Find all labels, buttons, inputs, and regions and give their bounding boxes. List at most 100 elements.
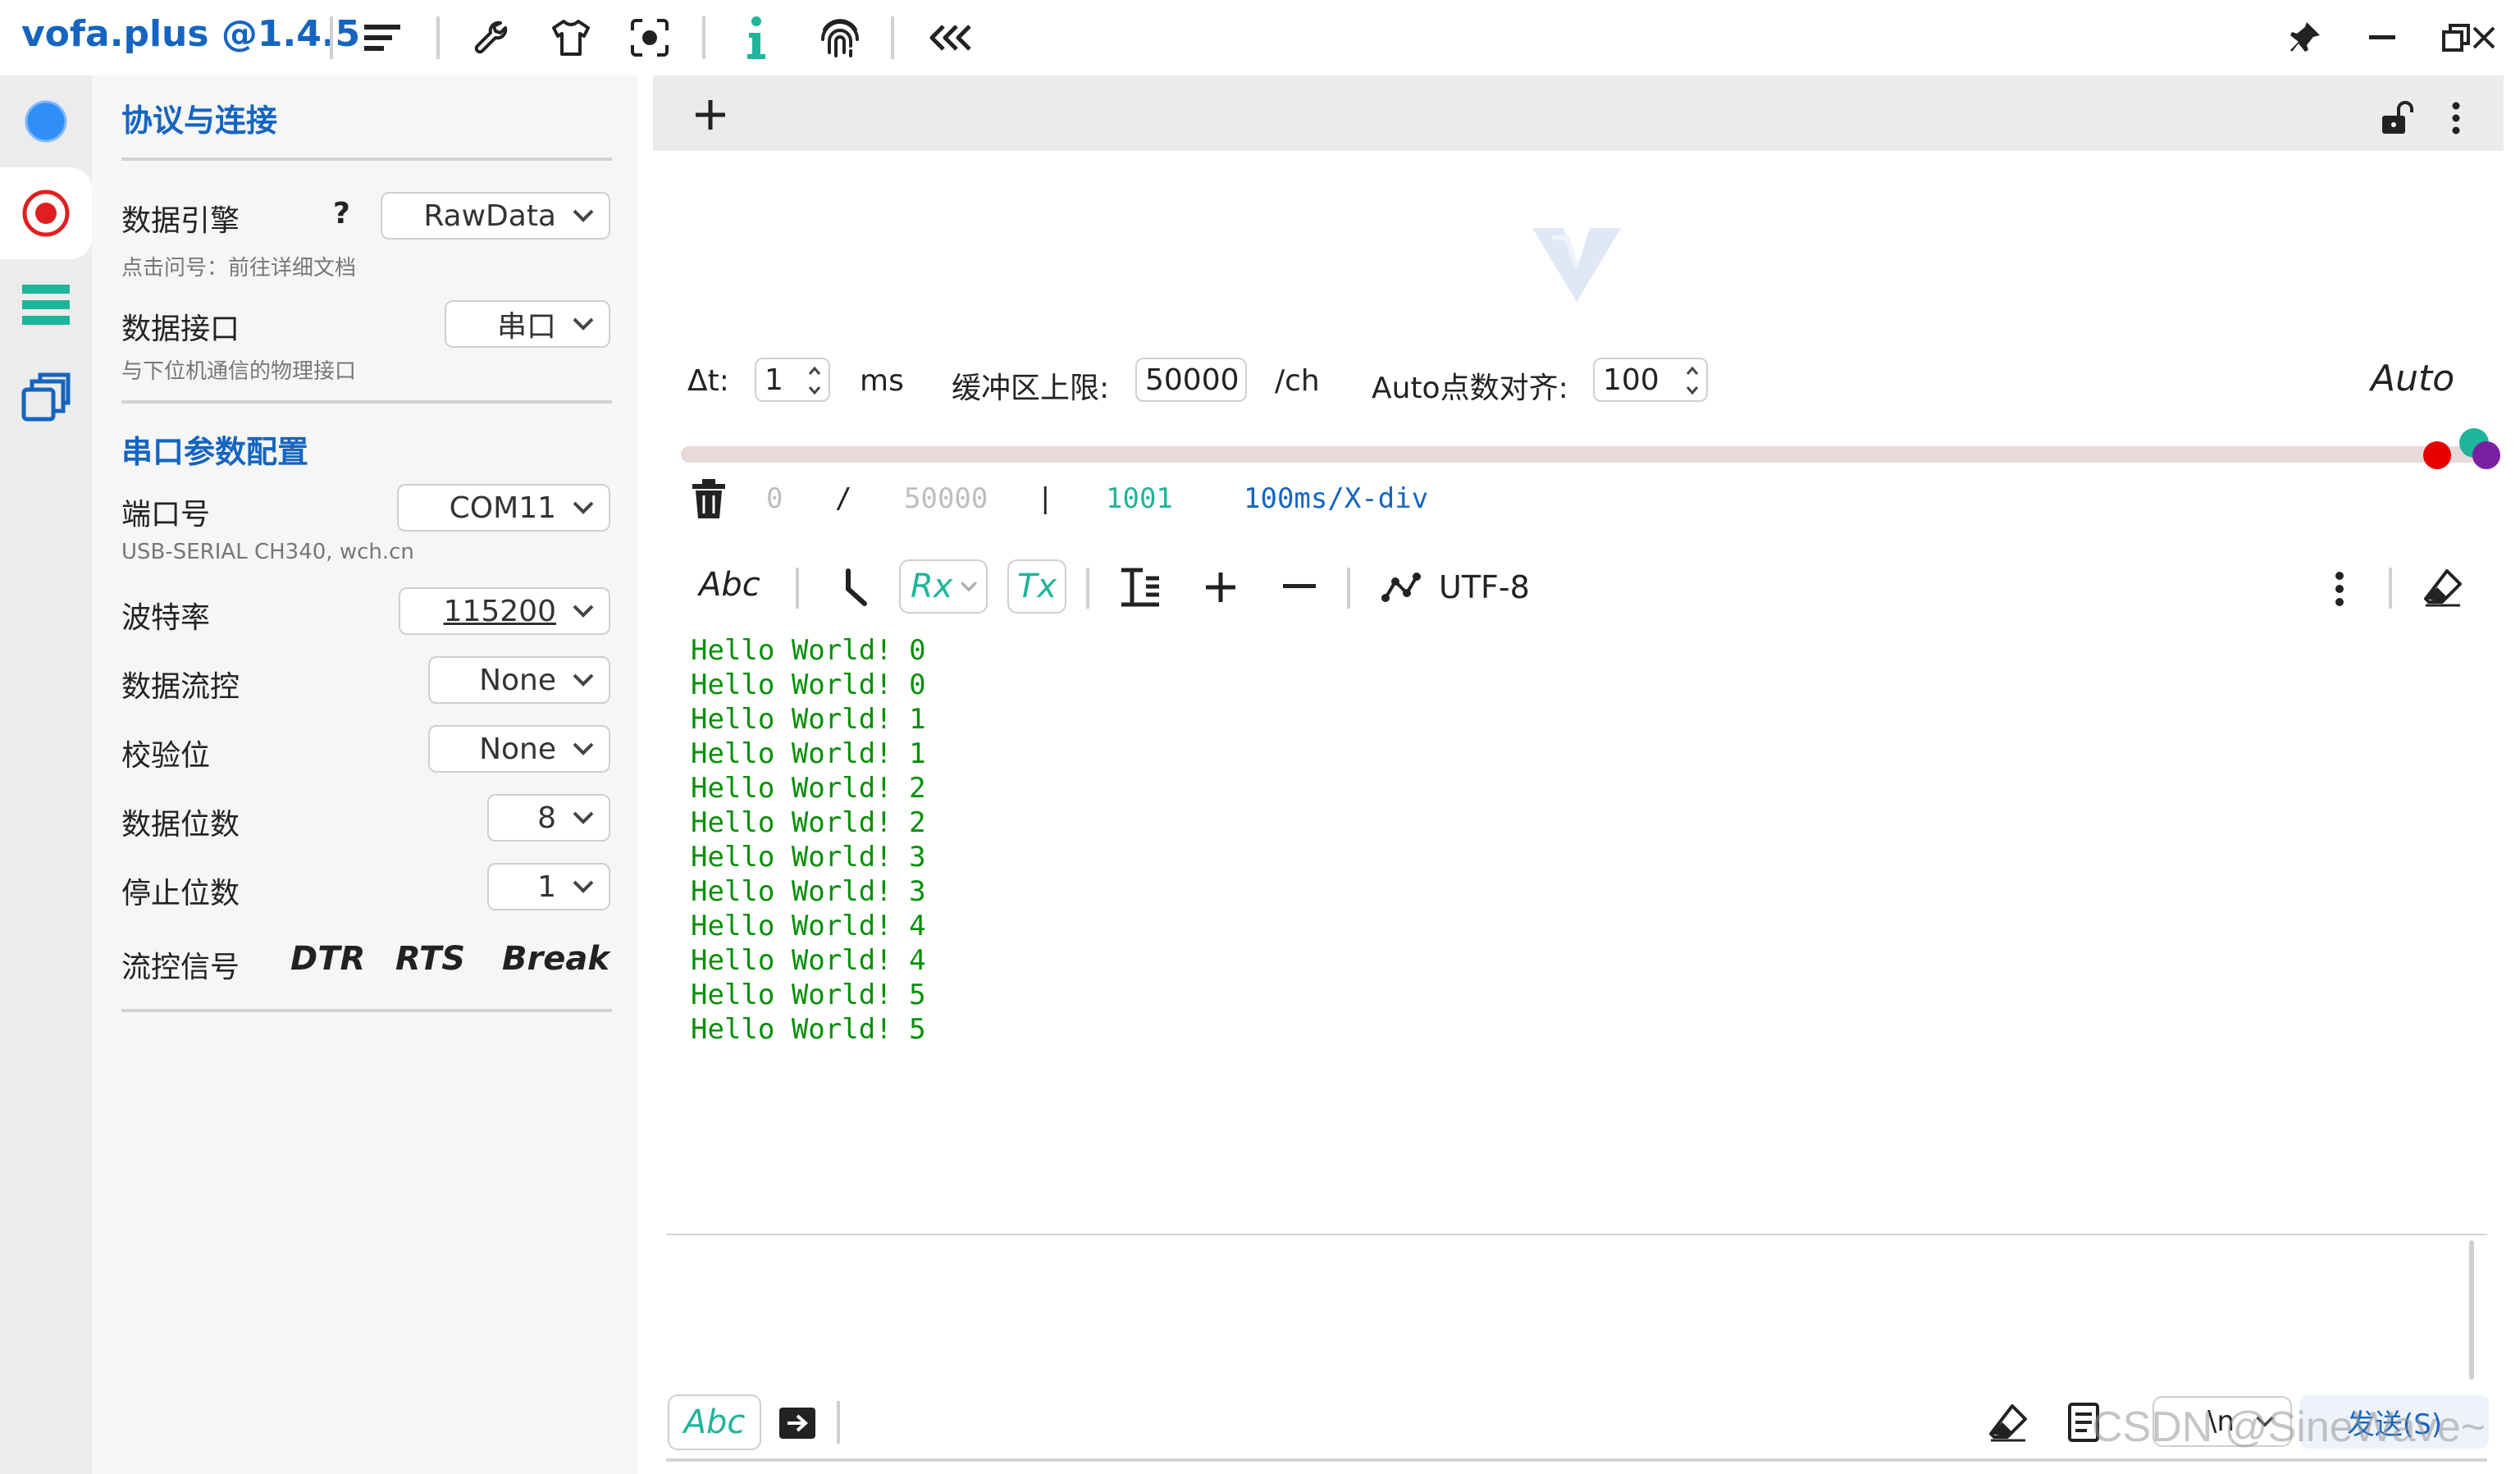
tx-toggle[interactable]: Tx — [1007, 559, 1066, 614]
minimize-icon[interactable] — [2359, 16, 2405, 59]
nav-list[interactable] — [0, 259, 92, 351]
tshirt-icon[interactable] — [548, 15, 594, 61]
count-separator: / — [835, 482, 852, 515]
output-line: Hello World! 5 — [691, 979, 926, 1011]
more-menu-button[interactable] — [2440, 95, 2472, 141]
minus-icon — [1283, 584, 1316, 588]
output-line: Hello World! 2 — [691, 806, 926, 839]
vofa-logo-icon — [1527, 221, 1626, 307]
scrollbar[interactable] — [2469, 1240, 2474, 1380]
spin-arrows-icon[interactable] — [806, 363, 824, 399]
info-icon[interactable] — [733, 11, 779, 64]
toolbar-separator — [1347, 568, 1350, 609]
tx-input[interactable] — [666, 1237, 2471, 1371]
encoding-label: UTF-8 — [1439, 569, 1530, 605]
clear-buffer-button[interactable] — [686, 476, 732, 523]
capture-icon[interactable] — [627, 15, 673, 61]
parity-label: 校验位 — [121, 739, 211, 773]
points-count: 1001 — [1106, 482, 1173, 515]
list-icon — [22, 285, 70, 325]
zoom-out-button[interactable] — [1276, 564, 1322, 610]
align-label: Auto点数对齐: — [1372, 372, 1568, 405]
align-input[interactable]: 100 — [1593, 358, 1708, 402]
databits-label: 数据位数 — [121, 808, 240, 842]
output-line: Hello World! 0 — [691, 669, 926, 701]
buffer-input[interactable]: 50000 — [1135, 358, 1247, 402]
rx-output[interactable]: Hello World! 0 Hello World! 0 Hello Worl… — [691, 633, 2463, 1224]
baud-select[interactable]: 115200 — [399, 587, 610, 635]
output-line: Hello World! 5 — [691, 1013, 926, 1046]
send-format-toggle[interactable]: Abc — [668, 1394, 761, 1450]
port-value: COM11 — [449, 491, 556, 525]
rts-toggle[interactable]: RTS — [395, 940, 465, 978]
text-format-button[interactable] — [1117, 564, 1163, 610]
fingerprint-icon[interactable] — [815, 13, 865, 62]
toolbar-separator — [330, 16, 333, 59]
chevron-down-icon — [961, 582, 978, 592]
dt-value: 1 — [765, 363, 783, 397]
flow-select[interactable]: None — [428, 656, 610, 704]
eraser-icon — [1989, 1404, 2027, 1442]
wrench-icon[interactable] — [469, 15, 515, 61]
interface-hint: 与下位机通信的物理接口 — [121, 359, 357, 384]
slash-icon — [846, 568, 867, 606]
toolbar-separator — [2389, 568, 2392, 609]
dtr-toggle[interactable]: DTR — [290, 940, 365, 978]
auto-button[interactable]: Auto — [2371, 358, 2454, 399]
parity-select[interactable]: None — [428, 725, 610, 773]
menu-icon[interactable] — [361, 16, 404, 59]
hex-toggle[interactable] — [833, 564, 876, 610]
tx-label: Tx — [1016, 568, 1057, 605]
record-icon — [22, 189, 70, 237]
chevron-down-icon — [573, 742, 594, 755]
pin-icon[interactable] — [2282, 16, 2328, 59]
dt-label: Δt: — [687, 364, 729, 398]
nav-connection[interactable] — [0, 75, 92, 167]
clear-tx-button[interactable] — [1984, 1398, 2033, 1447]
clear-rx-button[interactable] — [2418, 564, 2468, 610]
flow-label: 数据流控 — [121, 670, 240, 704]
divider — [121, 400, 612, 404]
slider-handle-red[interactable] — [2423, 441, 2451, 469]
toolbar-separator — [1086, 568, 1089, 609]
spin-arrows-icon[interactable] — [1683, 363, 1701, 399]
dt-input[interactable]: 1 — [755, 358, 830, 402]
nav-windows[interactable] — [0, 351, 92, 443]
buffer-value: 50000 — [1145, 363, 1239, 397]
slider-handle-purple[interactable] — [2472, 441, 2500, 469]
file-send-icon — [779, 1408, 815, 1439]
zoom-in-button[interactable] — [1198, 564, 1244, 610]
buffer-slider-track[interactable] — [681, 446, 2482, 463]
engine-help-button[interactable]: ? — [333, 197, 350, 230]
send-file-button[interactable] — [774, 1399, 820, 1445]
chevron-down-icon — [573, 673, 594, 687]
watermark-text: CSDN @SineWave~ — [2092, 1403, 2486, 1451]
stopbits-label: 停止位数 — [121, 877, 240, 910]
rx-label: Rx — [911, 568, 953, 605]
encoding-button[interactable] — [1378, 568, 1424, 609]
divider — [121, 1009, 612, 1012]
interface-select[interactable]: 串口 — [445, 300, 610, 348]
abc-toggle[interactable]: Abc — [699, 566, 760, 604]
align-value: 100 — [1603, 363, 1659, 397]
databits-select[interactable]: 8 — [487, 794, 610, 842]
count-max: 50000 — [904, 482, 988, 515]
engine-select[interactable]: RawData — [381, 192, 610, 240]
close-icon[interactable] — [2461, 16, 2507, 59]
unlock-button[interactable] — [2374, 95, 2420, 141]
port-select[interactable]: COM11 — [397, 484, 610, 532]
dt-unit: ms — [860, 364, 904, 398]
rx-more-button[interactable] — [2323, 566, 2356, 612]
rx-select[interactable]: Rx — [899, 559, 988, 614]
connection-icon — [25, 100, 67, 143]
toolbar-separator — [837, 1401, 840, 1444]
baud-value: 115200 — [443, 594, 556, 628]
add-widget-button[interactable] — [687, 92, 733, 138]
stopbits-select[interactable]: 1 — [487, 863, 610, 910]
stopbits-value: 1 — [537, 869, 556, 904]
port-hint: USB-SERIAL CH340, wch.cn — [121, 540, 414, 564]
plus-icon — [1206, 573, 1235, 602]
break-toggle[interactable]: Break — [502, 940, 609, 978]
nav-record[interactable] — [0, 167, 92, 259]
double-chevron-left-icon[interactable] — [925, 16, 975, 59]
